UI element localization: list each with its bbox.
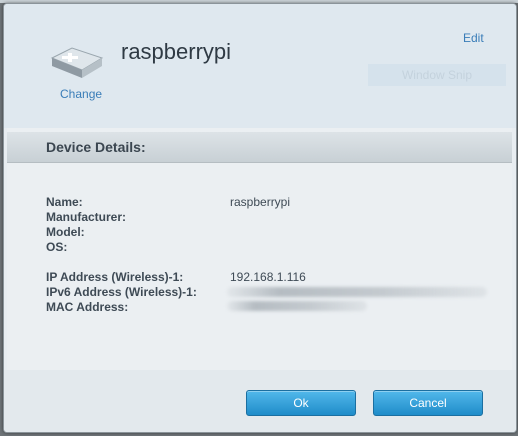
- mac-address-label: MAC Address:: [46, 300, 129, 314]
- ipv6-redaction: [227, 287, 487, 297]
- section-title: Device Details:: [46, 139, 146, 155]
- edit-link[interactable]: Edit: [463, 31, 484, 45]
- name-label: Name:: [46, 195, 83, 209]
- details-panel: Device Details: Name: raspberrypi Manufa…: [7, 128, 512, 370]
- dialog-header: raspberrypi Change Edit Window Snip: [4, 4, 516, 128]
- ipv6-address-label: IPv6 Address (Wireless)-1:: [46, 285, 197, 299]
- ok-button[interactable]: Ok: [246, 390, 356, 416]
- network-device-icon: [50, 47, 104, 78]
- model-label: Model:: [46, 225, 85, 239]
- change-icon-link[interactable]: Change: [60, 87, 102, 101]
- window-snip-overlay: Window Snip: [368, 64, 506, 86]
- name-value: raspberrypi: [230, 195, 291, 209]
- cancel-button[interactable]: Cancel: [373, 390, 483, 416]
- ip-address-value: 192.168.1.116: [230, 270, 306, 284]
- device-details-dialog: raspberrypi Change Edit Window Snip Devi…: [3, 3, 517, 433]
- os-label: OS:: [46, 240, 68, 254]
- manufacturer-label: Manufacturer:: [46, 210, 127, 224]
- details-section-header: Device Details:: [7, 132, 512, 163]
- ip-address-label: IP Address (Wireless)-1:: [46, 270, 184, 284]
- device-name-title: raspberrypi: [121, 39, 232, 64]
- mac-redaction: [227, 301, 367, 311]
- dialog-footer: Ok Cancel: [4, 370, 516, 432]
